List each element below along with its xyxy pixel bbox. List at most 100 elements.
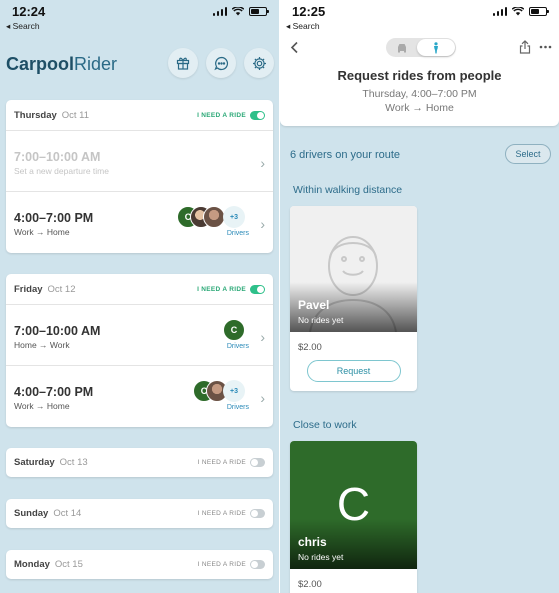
status-bar: 12:24 ◂ Search xyxy=(0,0,279,36)
need-ride-toggle[interactable] xyxy=(250,110,265,120)
driver-name: Pavel xyxy=(298,298,330,312)
driver-photo: Pavel No rides yet xyxy=(290,206,417,332)
more-drivers-badge: +3 xyxy=(223,380,245,402)
driver-count: 6 drivers on your route xyxy=(290,149,401,161)
status-icons xyxy=(212,7,269,16)
page-title: Request rides from people xyxy=(337,68,502,83)
driver-name: chris xyxy=(298,535,327,549)
ride-time: 7:00–10:00 AM xyxy=(14,150,101,164)
battery-icon xyxy=(249,7,269,16)
chat-icon xyxy=(213,56,228,70)
day-card-saturday: Saturday Oct 13 I NEED A RIDE xyxy=(6,448,273,477)
need-ride-label: I NEED A RIDE xyxy=(197,510,246,517)
rider-mode-tab[interactable] xyxy=(417,39,455,56)
section-title: Close to work xyxy=(293,419,357,431)
ride-slot-evening[interactable]: 4:00–7:00 PM Work → Home C +3 Drivers › xyxy=(6,192,273,253)
need-ride-toggle[interactable] xyxy=(250,560,265,569)
gift-icon xyxy=(176,57,190,70)
ride-route: Work → Home xyxy=(385,102,454,114)
wifi-icon xyxy=(512,7,524,16)
driver-photo: C chris No rides yet xyxy=(290,441,417,569)
drivers-group[interactable]: C +3 Drivers xyxy=(177,380,249,418)
day-header: Saturday Oct 13 I NEED A RIDE xyxy=(6,448,273,477)
day-date: Oct 11 xyxy=(61,109,90,121)
day-name: Thursday xyxy=(14,109,57,121)
driver-rides: No rides yet xyxy=(298,552,344,562)
ride-slot-evening[interactable]: 4:00–7:00 PM Work → Home C +3 Drivers › xyxy=(6,366,273,427)
day-name: Sunday xyxy=(14,508,49,519)
signal-icon xyxy=(212,7,227,16)
walking-person-icon xyxy=(434,41,438,53)
driver-card-chris[interactable]: C chris No rides yet $2.00 xyxy=(290,441,417,593)
day-card-thursday: Thursday Oct 11 I NEED A RIDE 7:00–10:00… xyxy=(6,100,273,253)
back-to-search-link[interactable]: ◂ Search xyxy=(6,21,40,32)
right-screen: 12:25 ◂ Search Request rides from people… xyxy=(280,0,559,593)
driver-rides: No rides yet xyxy=(298,315,344,325)
ride-time: 4:00–7:00 PM xyxy=(14,385,94,399)
day-date: Oct 14 xyxy=(53,508,82,519)
day-card-sunday: Sunday Oct 14 I NEED A RIDE xyxy=(6,499,273,528)
drivers-group[interactable]: C Drivers xyxy=(177,319,249,357)
more-drivers-badge: +3 xyxy=(223,206,245,228)
chevron-right-icon: › xyxy=(260,155,265,171)
day-name: Monday xyxy=(14,559,50,570)
status-bar: 12:25 ◂ Search xyxy=(280,0,559,36)
left-screen: 12:24 ◂ Search CarpoolRider Thursday Oct… xyxy=(0,0,279,593)
rider-driver-switch[interactable] xyxy=(386,38,456,57)
ride-slot-morning[interactable]: 7:00–10:00 AM Set a new departure time › xyxy=(6,131,273,192)
day-header: Friday Oct 12 I NEED A RIDE xyxy=(6,274,273,305)
ride-price: $2.00 xyxy=(298,579,322,590)
day-name: Friday xyxy=(14,283,43,295)
day-card-friday: Friday Oct 12 I NEED A RIDE 7:00–10:00 A… xyxy=(6,274,273,427)
request-button[interactable]: Request xyxy=(306,360,401,382)
status-time: 12:25 xyxy=(292,4,326,19)
settings-button[interactable] xyxy=(244,48,274,78)
wifi-icon xyxy=(232,7,244,16)
signal-icon xyxy=(492,7,507,16)
day-name: Saturday xyxy=(14,457,55,468)
drivers-label: Drivers xyxy=(226,230,249,237)
status-time: 12:24 xyxy=(12,4,46,19)
ride-route: Work → Home xyxy=(14,401,70,411)
need-ride-label: I NEED A RIDE xyxy=(197,111,246,119)
day-date: Oct 12 xyxy=(47,283,76,295)
ride-price: $2.00 xyxy=(298,342,322,353)
gift-button[interactable] xyxy=(168,48,198,78)
back-to-search-link[interactable]: ◂ Search xyxy=(286,21,320,32)
driver-card-pavel[interactable]: Pavel No rides yet $2.00 Request xyxy=(290,206,417,391)
status-icons xyxy=(492,7,549,16)
chevron-right-icon: › xyxy=(260,390,265,406)
need-ride-label: I NEED A RIDE xyxy=(197,459,246,466)
messages-button[interactable] xyxy=(206,48,236,78)
need-ride-label: I NEED A RIDE xyxy=(197,561,246,568)
driver-avatar-photo xyxy=(203,206,225,228)
share-icon[interactable] xyxy=(519,40,531,54)
ride-hint: Set a new departure time xyxy=(14,166,109,176)
need-ride-toggle[interactable] xyxy=(250,509,265,518)
more-options-icon[interactable] xyxy=(539,45,552,49)
ride-route: Work → Home xyxy=(14,227,70,237)
settings-icon xyxy=(252,56,266,70)
car-icon[interactable] xyxy=(396,42,408,53)
need-ride-toggle[interactable] xyxy=(250,458,265,467)
day-card-monday: Monday Oct 15 I NEED A RIDE xyxy=(6,550,273,579)
battery-icon xyxy=(529,7,549,16)
chevron-left-icon[interactable] xyxy=(290,41,299,54)
request-header-panel: 12:25 ◂ Search Request rides from people… xyxy=(280,0,559,126)
ride-slot-morning[interactable]: 7:00–10:00 AM Home → Work C Drivers › xyxy=(6,305,273,366)
drivers-label: Drivers xyxy=(226,404,249,411)
need-ride-toggle[interactable] xyxy=(250,284,265,294)
driver-avatar: C xyxy=(223,319,245,341)
drivers-group[interactable]: C +3 Drivers xyxy=(177,206,249,244)
app-logo: CarpoolRider xyxy=(6,54,118,74)
select-button[interactable]: Select xyxy=(505,144,551,164)
day-header: Sunday Oct 14 I NEED A RIDE xyxy=(6,499,273,528)
day-date: Oct 15 xyxy=(54,559,83,570)
ride-datetime: Thursday, 4:00–7:00 PM xyxy=(362,88,477,100)
day-header: Thursday Oct 11 I NEED A RIDE xyxy=(6,100,273,131)
chevron-right-icon: › xyxy=(260,329,265,345)
need-ride-label: I NEED A RIDE xyxy=(197,285,246,293)
day-date: Oct 13 xyxy=(59,457,88,468)
drivers-label: Drivers xyxy=(226,343,249,350)
ride-route: Home → Work xyxy=(14,340,70,350)
